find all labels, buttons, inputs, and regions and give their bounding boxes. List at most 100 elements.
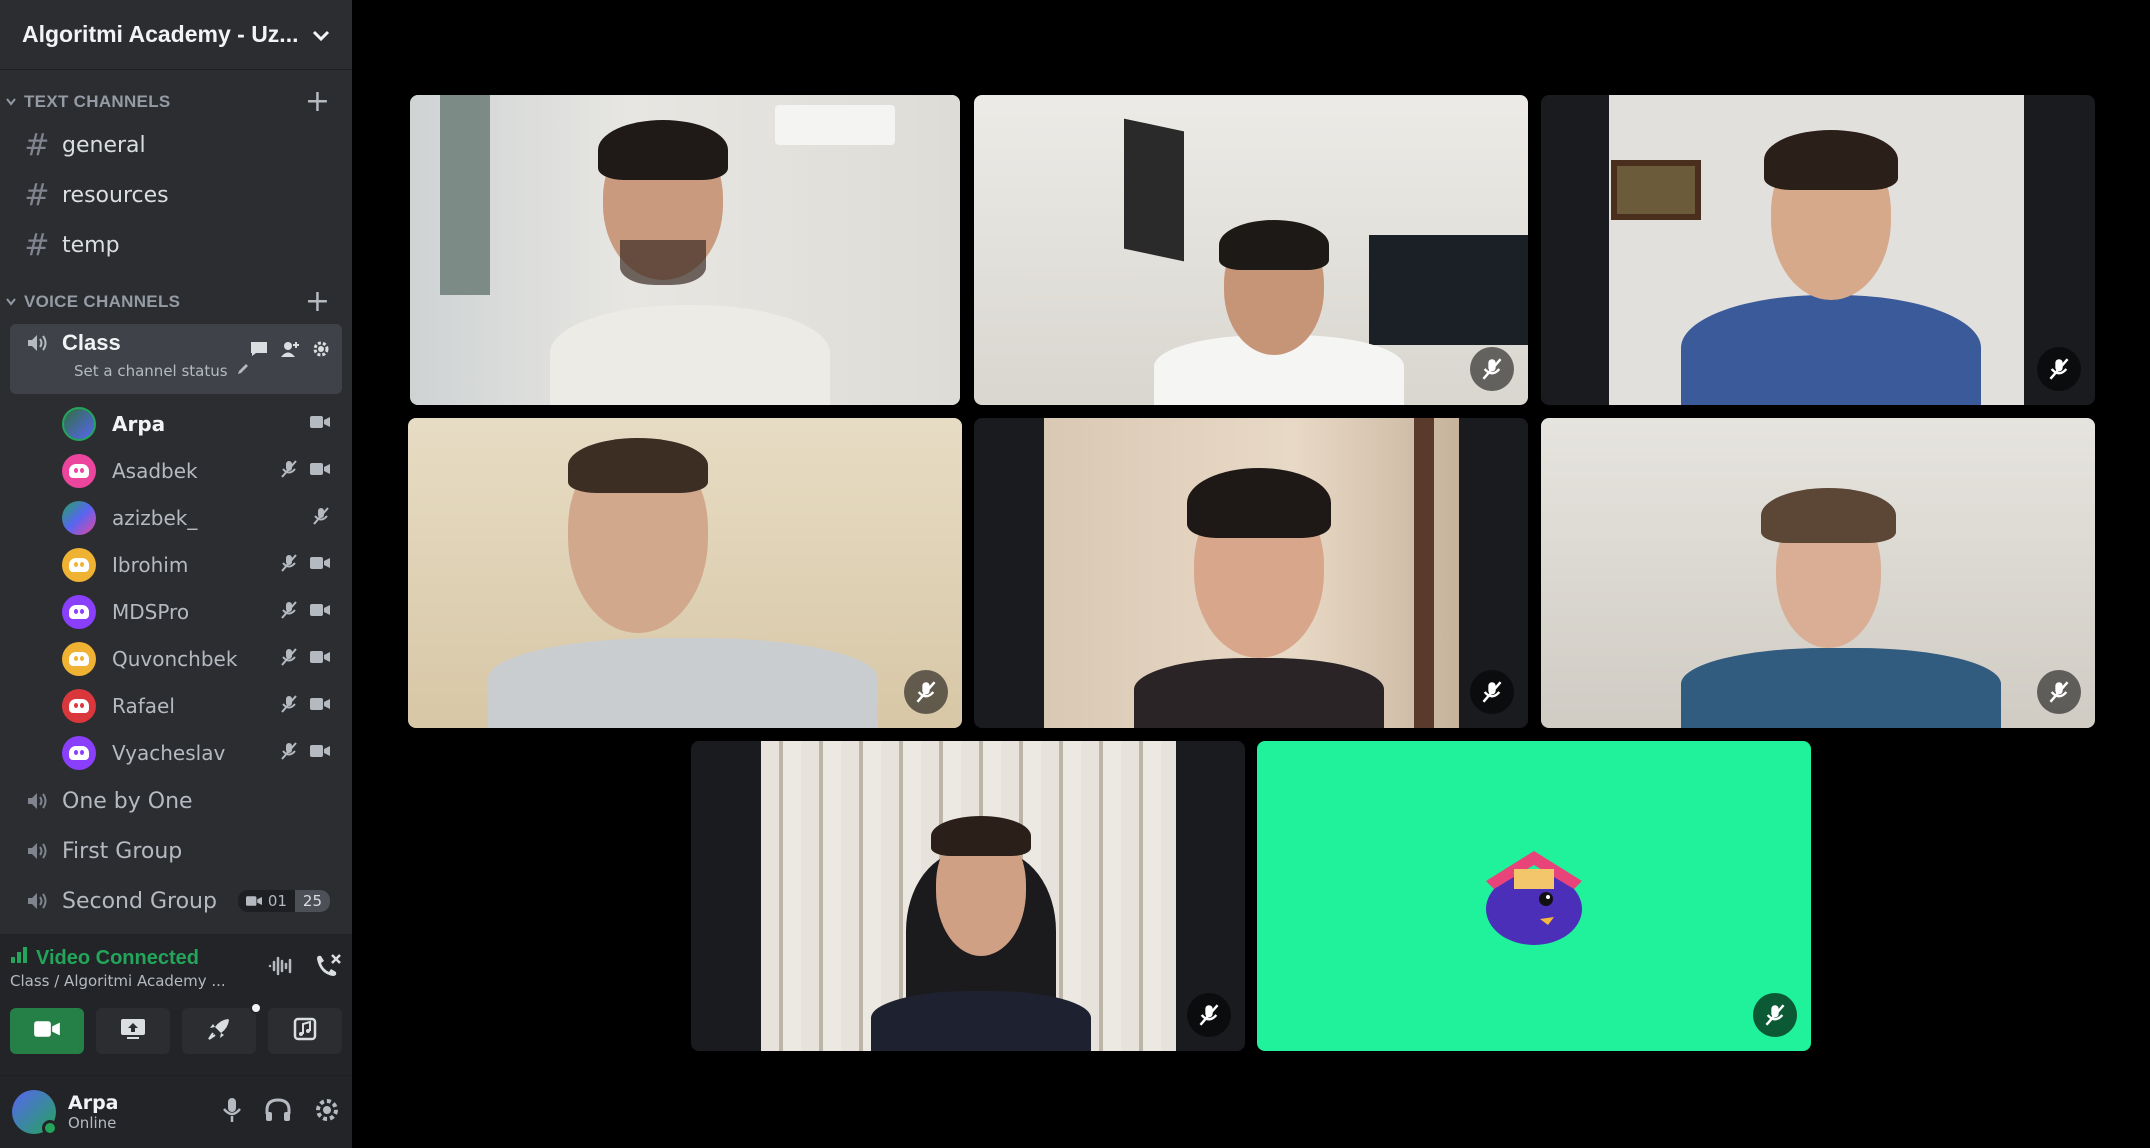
channel-sidebar: Algoritmi Academy - Uz... TEXT CHANNELS … (0, 0, 352, 1148)
connection-status[interactable]: Video Connected (10, 946, 226, 970)
video-tile[interactable] (1541, 95, 2095, 405)
voice-user-name: azizbek_ (112, 505, 198, 530)
avatar (62, 547, 96, 582)
discord-logo-icon (69, 698, 89, 713)
user-panel: Arpa Online (0, 1076, 352, 1148)
voice-channel-one-by-one[interactable]: One by One (10, 776, 342, 826)
voice-user[interactable]: Arpa (0, 400, 352, 447)
muted-indicator-icon (1187, 993, 1231, 1037)
voice-channel-label: First Group (62, 838, 183, 864)
voice-channel-name: Class (62, 330, 121, 355)
voice-channel-label: Second Group (62, 888, 217, 914)
soundboard-button[interactable] (268, 1008, 342, 1054)
voice-user[interactable]: Ibrohim (0, 541, 352, 588)
voice-user-name: Quvonchbek (112, 646, 238, 671)
create-channel-plus-icon[interactable]: + (305, 87, 330, 117)
muted-mic-icon (312, 506, 330, 529)
voice-channel-first-group[interactable]: First Group (10, 826, 342, 876)
voice-user[interactable]: MDSPro (0, 588, 352, 635)
video-tile[interactable] (974, 95, 1528, 405)
video-tile[interactable] (974, 418, 1528, 728)
camera-count-badge: 01 (237, 890, 295, 912)
server-header[interactable]: Algoritmi Academy - Uz... (0, 0, 352, 70)
channel-status-input[interactable]: Set a channel status (74, 362, 330, 380)
voice-user-name: MDSPro (112, 599, 190, 624)
camera-icon (33, 1020, 61, 1042)
camera-icon (310, 555, 330, 574)
voice-channel-second-group[interactable]: Second Group 01 25 (10, 876, 342, 926)
video-tile[interactable] (691, 741, 1245, 1051)
muted-indicator-icon (1470, 347, 1514, 391)
channel-general[interactable]: # general (10, 120, 342, 170)
channel-label: general (62, 132, 146, 158)
discord-app: Algoritmi Academy - Uz... TEXT CHANNELS … (0, 0, 2150, 1148)
voice-channels-category[interactable]: VOICE CHANNELS + (0, 284, 352, 320)
voice-user[interactable]: Rafael (0, 682, 352, 729)
voice-user-name: Ibrohim (112, 552, 189, 577)
user-status: Online (68, 1114, 117, 1132)
camera-icon (310, 602, 330, 621)
video-toggle-button[interactable] (10, 1008, 84, 1054)
microphone-icon[interactable] (222, 1097, 242, 1127)
avatar[interactable] (12, 1090, 58, 1136)
category-label: VOICE CHANNELS (24, 292, 181, 311)
avatar (62, 500, 96, 535)
camera-icon (310, 696, 330, 715)
channel-resources[interactable]: # resources (10, 170, 342, 220)
create-channel-plus-icon[interactable]: + (305, 287, 330, 317)
activity-button[interactable] (182, 1002, 262, 1054)
voice-connection-panel: Video Connected Class / Algoritmi Academ… (0, 934, 352, 1076)
user-info[interactable]: Arpa Online (68, 1092, 119, 1132)
pencil-icon (236, 362, 250, 380)
channel-temp[interactable]: # temp (10, 220, 342, 270)
avatar (62, 406, 96, 441)
badge-count: 01 (267, 892, 287, 910)
video-tile[interactable] (410, 95, 960, 405)
video-tile[interactable] (408, 418, 962, 728)
hash-icon: # (24, 127, 50, 163)
badge-limit: 25 (294, 890, 330, 912)
muted-indicator-icon (2037, 347, 2081, 391)
gear-icon[interactable] (312, 340, 330, 362)
discord-logo-icon (69, 463, 89, 478)
text-channels-category[interactable]: TEXT CHANNELS + (0, 84, 352, 120)
muted-mic-icon (280, 647, 298, 670)
voice-user-name: Arpa (112, 411, 166, 436)
avatar (62, 688, 96, 723)
muted-indicator-icon (2037, 670, 2081, 714)
video-tile[interactable] (1257, 741, 1811, 1051)
invite-user-icon[interactable] (280, 341, 300, 361)
voice-user[interactable]: Vyacheslav (0, 729, 352, 776)
hash-icon: # (24, 177, 50, 213)
rocket-icon (206, 1016, 232, 1046)
connection-detail[interactable]: Class / Algoritmi Academy ... (10, 972, 226, 990)
camera-icon (310, 743, 330, 762)
voice-user[interactable]: Asadbek (0, 447, 352, 494)
avatar (62, 453, 96, 488)
voice-channel-class[interactable]: Class Set a channel status (10, 324, 342, 394)
collapse-arrow-icon[interactable] (6, 95, 20, 110)
speaker-icon (24, 890, 50, 912)
muted-indicator-icon (904, 670, 948, 714)
chevron-down-icon[interactable] (312, 23, 330, 47)
channel-status-placeholder: Set a channel status (74, 362, 228, 380)
headphones-icon[interactable] (264, 1097, 292, 1127)
voice-user-name: Asadbek (112, 458, 198, 483)
muted-indicator-icon (1470, 670, 1514, 714)
gear-icon[interactable] (314, 1097, 340, 1127)
avatar (62, 735, 96, 770)
speaker-icon (24, 790, 50, 812)
voice-user-name: Vyacheslav (112, 740, 226, 765)
disconnect-icon[interactable] (314, 953, 342, 983)
voice-user[interactable]: azizbek_ (0, 494, 352, 541)
video-tile[interactable] (1541, 418, 2095, 728)
collapse-arrow-icon[interactable] (6, 295, 20, 310)
notification-dot (250, 1002, 262, 1014)
voice-channel-label: One by One (62, 788, 193, 814)
camera-icon (245, 896, 262, 906)
chat-bubble-icon[interactable] (250, 341, 268, 361)
voice-user[interactable]: Quvonchbek (0, 635, 352, 682)
screen-share-button[interactable] (96, 1008, 170, 1054)
noise-suppression-icon[interactable] (268, 955, 294, 981)
user-name: Arpa (68, 1092, 119, 1114)
